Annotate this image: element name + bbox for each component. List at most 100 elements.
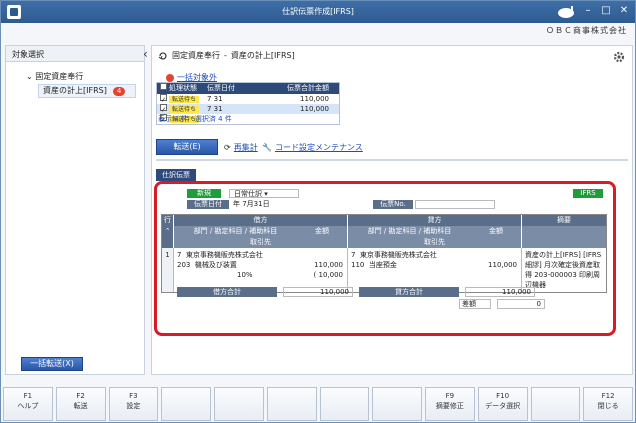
debit-total-value: 110,000 [283, 287, 353, 297]
status-chip: 転送待ち [169, 106, 200, 113]
list-row[interactable]: ✓ 転送待ち 7 31 110,000 [157, 104, 339, 114]
list-row[interactable]: ✓ 転送待ち 7 31 110,000 [157, 94, 339, 104]
credit-client: 東京事務機販売株式会社 [359, 251, 437, 259]
fkey-f12[interactable]: F12 閉じる [583, 387, 633, 421]
debit-account: 203 [177, 261, 191, 269]
debit-dept: 7 [177, 251, 182, 259]
slip-no-field[interactable] [415, 200, 495, 209]
memo-cell[interactable]: 資産の計上[IFRS] [IFRS細謬] 月次確定後資産取得 203-00000… [522, 248, 606, 292]
fkey-f8[interactable] [372, 387, 422, 421]
fkey-key: F2 [76, 392, 85, 400]
fkey-key: F12 [601, 392, 615, 400]
count-text: 表示 4 件 選択済 4 件 [158, 115, 232, 123]
list-header: 処理状態 伝票日付 伝票合計金額 [157, 83, 339, 94]
refresh-icon[interactable] [158, 51, 168, 61]
fkey-f2[interactable]: F2 転送 [55, 387, 106, 421]
date-label: 伝票日付 [187, 200, 229, 209]
journal-type-value: 日常仕訳 [234, 190, 262, 198]
row-date: 7 31 [207, 105, 223, 113]
app-window: 仕訳伝票作成[IFRS] – □ ✕ ＯＢＣ商事株式会社 対象選択 ⌄ 固定資産… [0, 0, 636, 423]
obc-brand-icon [558, 6, 574, 18]
code-settings-link[interactable]: 🔧 コード設定メンテナンス [262, 142, 363, 153]
maximize-button[interactable]: □ [599, 4, 613, 18]
tree: ⌄ 固定資産奉行 資産の計上[IFRS] 4 [26, 70, 136, 98]
slip-kind-badge: 新規 [187, 189, 221, 198]
main-panel: 固定資産奉行 - 資産の計上[IFRS] 一括対象外 処理状態 伝票日付 伝票合… [151, 45, 633, 375]
target-select-panel: 対象選択 ⌄ 固定資産奉行 資産の計上[IFRS] 4 [5, 45, 145, 375]
title-bar: 仕訳伝票作成[IFRS] – □ ✕ [1, 1, 635, 23]
tax-rate: 10% [237, 271, 253, 279]
credit-total-value: 110,000 [465, 287, 535, 297]
fkey-f6[interactable] [266, 387, 317, 421]
date-field[interactable]: 年 7月31日 [233, 200, 270, 209]
debit-client: 東京事務機販売株式会社 [185, 251, 263, 259]
recalc-icon: ⟳ [224, 143, 231, 152]
fkey-f7[interactable] [319, 387, 370, 421]
fkey-f9[interactable]: F9 摘要修正 [425, 387, 475, 421]
credit-subheader: 部門 / 勘定科目 / 補助科目 金額 [348, 226, 522, 237]
column-header[interactable]: 処理状態 [169, 83, 207, 94]
journal-slip: 新規 日常仕訳 ▾ IFRS 伝票日付 年 7月31日 伝票No. 行 借方 貸… [154, 181, 616, 336]
col-account: 部門 / 勘定科目 / 補助科目 [367, 227, 452, 235]
select-all-checkbox[interactable] [157, 83, 169, 94]
collapse-panel-icon[interactable]: ‹ [143, 47, 148, 61]
fkey-label: データ選択 [485, 402, 521, 410]
tab-journal-slip[interactable]: 仕訳伝票 [156, 169, 196, 181]
breadcrumb: 固定資産奉行 - 資産の計上[IFRS] [158, 50, 295, 61]
row-amount: 110,000 [300, 105, 329, 113]
no-entry-icon [166, 73, 174, 82]
close-button[interactable]: ✕ [617, 4, 631, 18]
column-header[interactable]: 伝票日付 [207, 83, 253, 94]
fkey-key: F9 [445, 392, 455, 400]
collapse-icon[interactable]: ⌃ [162, 226, 174, 237]
fkey-f4[interactable] [161, 387, 211, 421]
credit-cell[interactable]: 7 東京事務機販売株式会社 110 当座預金 110,000 [348, 248, 522, 292]
journal-grid: 行 借方 貸方 摘要 ⌃ 部門 / 勘定科目 / 補助科目 金額 部門 / 勘定… [161, 214, 607, 293]
journal-type-select[interactable]: 日常仕訳 ▾ [229, 189, 299, 198]
status-chip: 転送待ち [169, 96, 200, 103]
diff-label: 差額 [459, 299, 491, 309]
credit-amount: 110,000 [488, 261, 517, 269]
fkey-label: 摘要修正 [435, 402, 464, 410]
row-checkbox[interactable]: ✓ [157, 104, 169, 114]
fkey-key: F3 [129, 392, 138, 400]
totals-row: 借方合計 110,000 貸方合計 110,000 [177, 287, 535, 297]
grid-subheader: ⌃ 部門 / 勘定科目 / 補助科目 金額 部門 / 勘定科目 / 補助科目 金… [162, 226, 606, 237]
memo-subheader [522, 226, 606, 237]
tree-node-asset-ifrs[interactable]: 資産の計上[IFRS] 4 [38, 84, 136, 98]
grid-row[interactable]: 1 7 東京事務機販売株式会社 203 機械及び装置 110,000 10% ( 1… [162, 248, 606, 292]
bulk-send-button[interactable]: 一括転送(X) [21, 357, 83, 371]
fkey-label: 転送 [73, 402, 88, 410]
diff-value: 0 [497, 299, 545, 309]
fkey-f1[interactable]: F1 ヘルプ [3, 387, 53, 421]
minimize-button[interactable]: – [581, 4, 595, 18]
fkey-f3[interactable]: F3 設定 [108, 387, 159, 421]
slip-no-label: 伝票No. [373, 200, 413, 209]
gear-icon[interactable] [612, 50, 626, 64]
tax-amount: ( 10,000 [313, 271, 343, 279]
row-number: 1 [162, 248, 174, 292]
fkey-f10[interactable]: F10 データ選択 [477, 387, 528, 421]
col-amount: 金額 [489, 227, 503, 235]
blank [162, 237, 174, 248]
recalc-link[interactable]: ⟳ 再集計 [224, 142, 258, 153]
breadcrumb-item: 固定資産奉行 [172, 51, 220, 60]
memo-subheader [522, 237, 606, 248]
panel-title: 対象選択 [6, 46, 144, 62]
debit-cell[interactable]: 7 東京事務機販売株式会社 203 機械及び装置 110,000 10% ( 10,… [174, 248, 348, 292]
row-amount: 110,000 [300, 95, 329, 103]
company-name: ＯＢＣ商事株式会社 [546, 26, 627, 35]
tree-node-fixed-assets[interactable]: ⌄ 固定資産奉行 [26, 70, 136, 84]
fkey-f11[interactable] [530, 387, 581, 421]
send-button[interactable]: 転送(E) [156, 139, 218, 155]
row-amount [253, 114, 333, 124]
fkey-f5[interactable] [214, 387, 264, 421]
credit-total-label: 貸方合計 [359, 287, 459, 297]
debit-header: 借方 [174, 215, 348, 226]
tree-node-label: 固定資産奉行 [35, 72, 84, 81]
debit-client-header: 取引先 [174, 237, 348, 248]
breadcrumb-item: 資産の計上[IFRS] [230, 51, 295, 60]
credit-client-header: 取引先 [348, 237, 522, 248]
row-checkbox[interactable]: ✓ [157, 94, 169, 104]
column-header[interactable]: 伝票合計金額 [253, 83, 333, 94]
